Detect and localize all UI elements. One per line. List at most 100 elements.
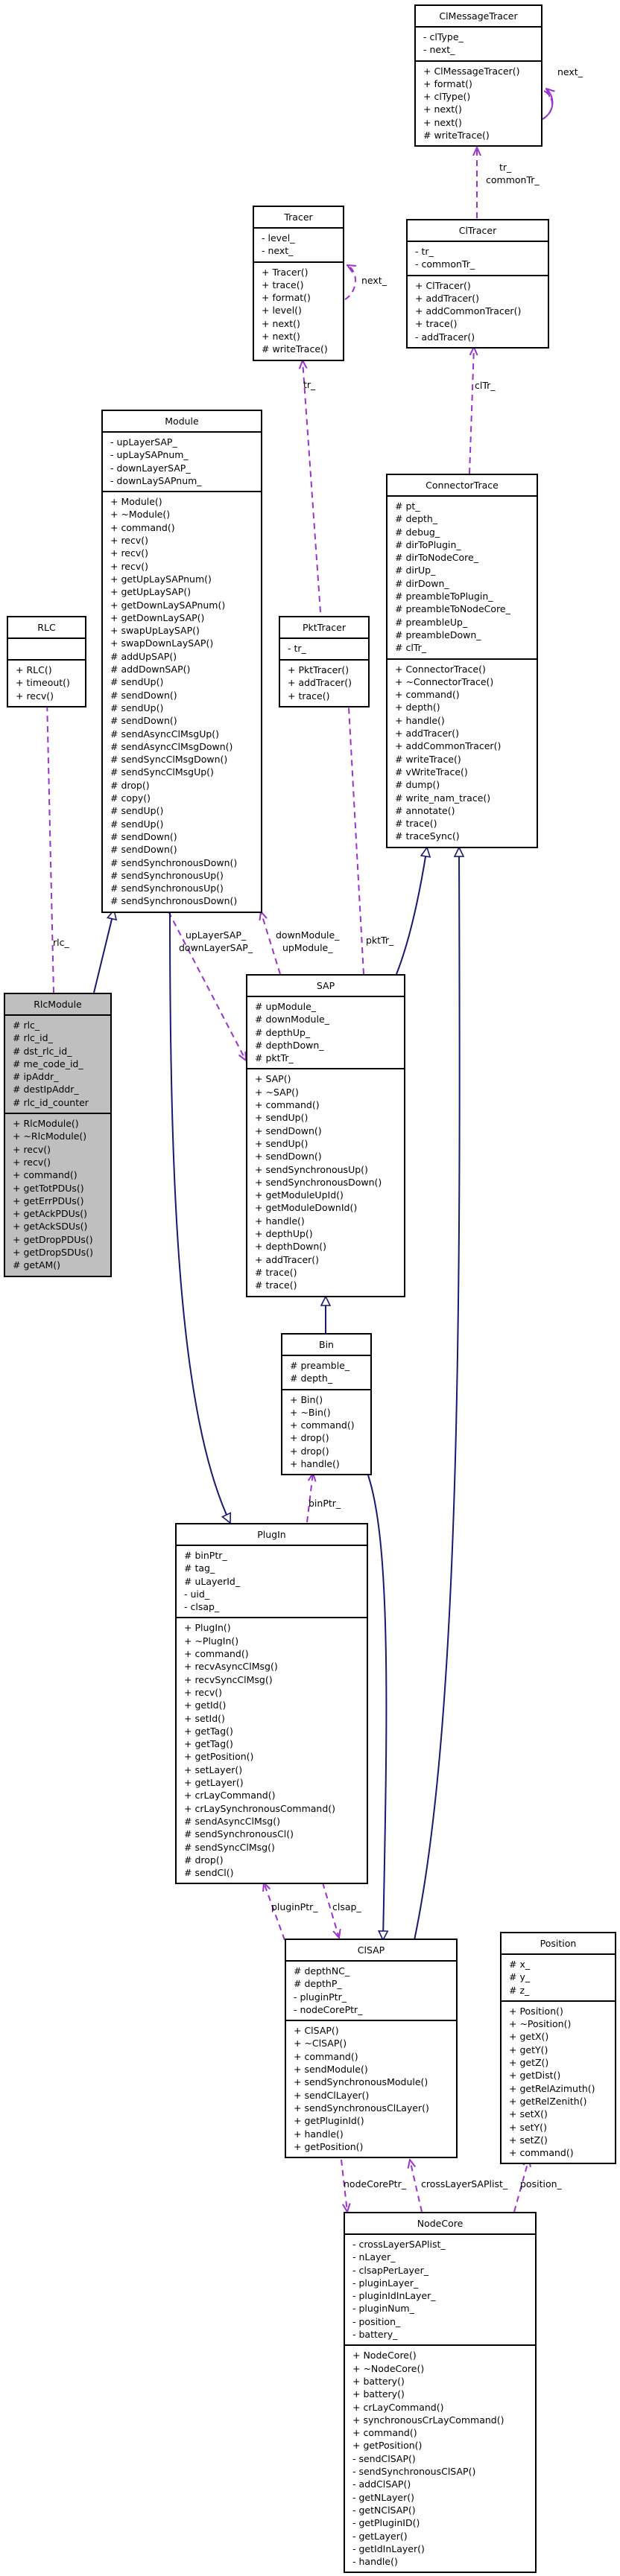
class-attribute: # depth_ [395, 513, 438, 525]
class-attribute: - position_ [352, 2315, 401, 2327]
class-method: + depthUp() [255, 1228, 313, 1240]
class-method: + sendSynchronousDown() [255, 1176, 382, 1188]
class-method: + next() [262, 331, 300, 343]
class-method: + swapUpLaySAP() [110, 625, 200, 637]
edge-connectortrace-to-cltracer [469, 347, 474, 474]
inherit-clsap-bin [367, 1472, 386, 1940]
edge-label-line: downLayerSAP_ [179, 942, 253, 953]
class-title: ClMessageTracer [416, 6, 541, 28]
class-method: + sendDown() [255, 1151, 322, 1163]
class-clmessagetracer[interactable]: ClMessageTracer - clType_ - next_ + ClMes… [414, 4, 542, 147]
class-method: # trace() [255, 1266, 297, 1278]
class-method: - sendSynchronousClSAP() [352, 2466, 476, 2478]
class-title: ConnectorTrace [388, 475, 537, 497]
class-method: + command() [110, 521, 175, 533]
class-method: + sendSynchronousModule() [294, 2076, 428, 2088]
class-pkttracer[interactable]: PktTracer - tr_ + PktTracer() + addTracer… [279, 616, 370, 707]
edge-label-line: commonTr_ [486, 174, 540, 185]
class-method: + addTracer() [395, 728, 460, 740]
class-method: + addCommonTracer() [395, 740, 502, 752]
class-method: + setLayer() [184, 1764, 243, 1775]
attribute-list: # upModule_ # downModule_ # depthUp_ # dept… [247, 997, 404, 1070]
edge-label-pkttracer-tr: tr_ [303, 379, 316, 390]
class-attribute: # dirToNodeCore_ [395, 552, 478, 564]
class-title: RLC [8, 617, 85, 639]
class-attribute: # preamble_ [290, 1360, 350, 1371]
class-method: - getIdInLayer() [352, 2542, 425, 2554]
class-connectortrace[interactable]: ConnectorTrace # pt_ # depth_ # debug_ # di… [386, 474, 538, 848]
class-attribute: # depthUp_ [255, 1026, 311, 1038]
class-method: + setX() [509, 2108, 548, 2120]
class-cltracer[interactable]: ClTracer - tr_ - commonTr_ + ClTracer() + … [406, 219, 549, 349]
method-list: + Module() + ~Module() + command() + recv()… [103, 492, 261, 912]
attribute-list: # depthNC_ # depthP_ - pluginPtr_ - nodeCor… [286, 1962, 456, 2022]
class-method: - handle() [352, 2556, 398, 2568]
class-attribute: - tr_ [415, 246, 434, 257]
class-method: # sendDown() [110, 715, 177, 727]
class-method: # addDownSAP() [110, 664, 191, 675]
class-attribute: # depthNC_ [294, 1965, 350, 1976]
class-nodecore[interactable]: NodeCore - crossLayerSAPlist_ - nLayer_ - … [344, 2212, 537, 2574]
class-method: + getModuleUpId() [255, 1189, 344, 1201]
class-method: + getPosition() [294, 2140, 364, 2152]
class-bin[interactable]: Bin # preamble_ # depth_ + Bin() + ~Bin() +… [281, 1333, 372, 1476]
class-plugin[interactable]: PlugIn # binPtr_ # tag_ # uLayerId_ - uid_ -… [175, 1523, 368, 1885]
edge-label-clsap: clsap_ [332, 1901, 361, 1912]
class-attribute: # preambleToPlugin_ [395, 591, 493, 602]
class-title: ClTracer [408, 220, 548, 242]
class-title: PktTracer [280, 617, 368, 639]
class-method: # sendCl() [184, 1867, 234, 1879]
class-title: Module [103, 411, 261, 433]
attribute-list: - crossLayerSAPlist_ - nLayer_ - clsapPerL… [345, 2235, 535, 2347]
edge-label-module-sap: upLayerSAP_ downLayerSAP_ [179, 929, 253, 954]
class-attribute: # ipAddr_ [13, 1071, 59, 1083]
class-tracer[interactable]: Tracer - level_ - next_ + Tracer() + trace… [253, 206, 344, 361]
class-method: + getDropSDUs() [13, 1247, 94, 1259]
class-method: + getDist() [509, 2070, 561, 2082]
class-method: + getId() [184, 1699, 227, 1711]
class-method: # sendSynchronousUp() [110, 869, 224, 881]
class-method: + recv() [110, 535, 149, 547]
class-sap[interactable]: SAP # upModule_ # downModule_ # depthUp_ # … [246, 974, 405, 1297]
class-attribute: - downLayerSAP_ [110, 462, 191, 474]
attribute-list: - upLayerSAP_ - upLaySAPnum_ - downLayerSA… [103, 433, 261, 493]
class-method: # copy() [110, 792, 151, 804]
class-method: # annotate() [395, 804, 455, 816]
class-method: + command() [352, 2427, 417, 2439]
class-method: - addClSAP() [352, 2478, 411, 2490]
class-attribute: - downLaySAPnum_ [110, 474, 202, 486]
inherit-rlcmodule-module [93, 910, 114, 993]
class-position[interactable]: Position # x_ # y_ # z_ + Position() + ~Pos… [500, 1932, 616, 2165]
class-rlc[interactable]: RLC + RLC() + timeout() + recv() [7, 616, 86, 707]
class-method: + next() [423, 104, 462, 115]
class-method: + sendDown() [255, 1125, 322, 1136]
class-module[interactable]: Module - upLayerSAP_ - upLaySAPnum_ - down… [101, 410, 262, 913]
class-method: + command() [13, 1169, 78, 1181]
class-attribute: - clsapPerLayer_ [352, 2264, 428, 2276]
class-clsap[interactable]: ClSAP # depthNC_ # depthP_ - pluginPtr_ - n… [285, 1939, 458, 2159]
class-method: # sendSyncClMsgUp() [110, 766, 214, 778]
class-method: + Tracer() [262, 266, 309, 278]
class-method: + depth() [395, 702, 440, 713]
class-method: + command() [290, 1419, 355, 1431]
class-method: + getTag() [184, 1725, 233, 1737]
class-rlcmodule[interactable]: RlcModule # rlc_ # rlc_id_ # dst_rlc_id_ # … [4, 993, 112, 1277]
inherit-sap-connectortrace [396, 847, 427, 975]
class-method: + ~NodeCore() [352, 2362, 425, 2374]
class-method: # sendUp() [110, 818, 164, 830]
class-method: + timeout() [16, 677, 70, 689]
edge-nodecore-to-clsap [410, 2160, 423, 2213]
class-method: + getZ() [509, 2057, 549, 2069]
class-attribute: # preambleDown_ [395, 629, 481, 640]
class-method: + sendSynchronousUp() [255, 1163, 368, 1175]
method-list: + NodeCore() + ~NodeCore() + battery() + ba… [345, 2346, 535, 2572]
class-method: + recvSyncClMsg() [184, 1673, 273, 1685]
class-method: + ~ConnectorTrace() [395, 675, 494, 687]
class-attribute: - pluginPtr_ [294, 1991, 347, 2003]
method-list: + ConnectorTrace() + ~ConnectorTrace() + c… [388, 660, 537, 847]
class-attribute: - clType_ [423, 31, 464, 42]
class-method: + synchronousCrLayCommand() [352, 2414, 504, 2426]
method-list: + ClMessageTracer() + format() + clType() +… [416, 62, 541, 146]
class-method: + level() [262, 305, 302, 317]
edge-label-cltracer-tr: tr_ commonTr_ [478, 161, 540, 186]
